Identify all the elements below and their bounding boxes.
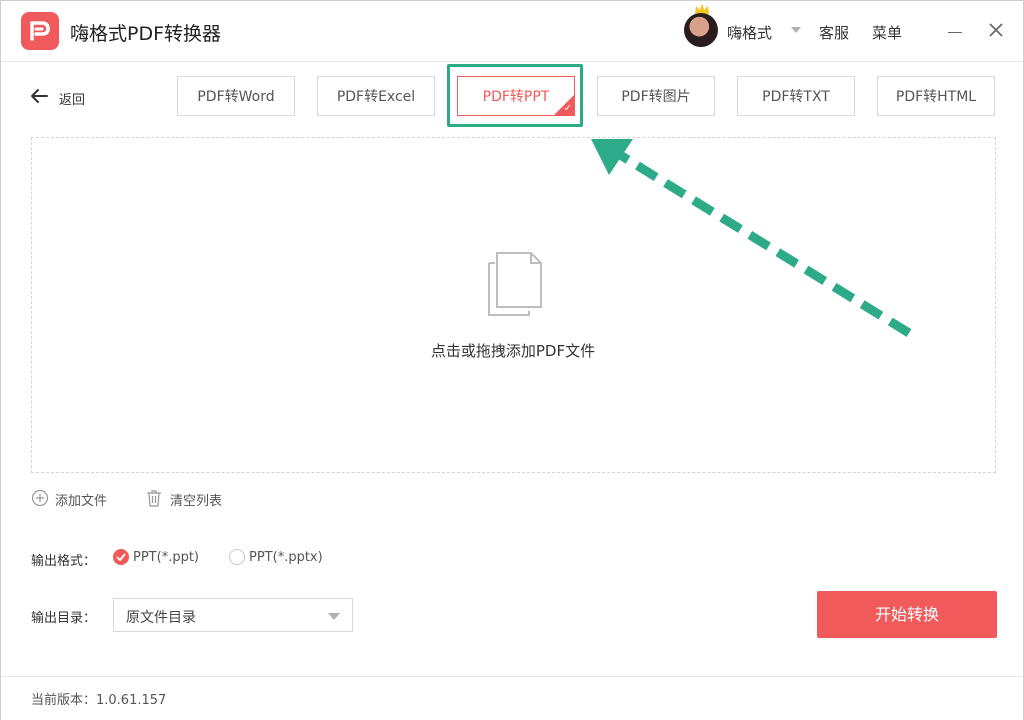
- clear-list-label: 清空列表: [170, 494, 223, 509]
- user-name[interactable]: 嗨格式: [727, 22, 772, 43]
- menu-link[interactable]: 菜单: [872, 22, 902, 43]
- minimize-icon[interactable]: [948, 32, 962, 33]
- app-title: 嗨格式PDF转换器: [70, 23, 222, 45]
- arrow-annotation: [591, 139, 912, 337]
- radio-ppt[interactable]: [113, 549, 129, 565]
- output-format-label: 输出格式：: [31, 554, 97, 569]
- tab-pdf-to-image[interactable]: PDF转图片: [597, 76, 715, 116]
- add-circle-icon: [31, 489, 49, 507]
- close-icon[interactable]: [987, 21, 1005, 39]
- back-arrow-icon: [31, 89, 48, 103]
- radio-pptx[interactable]: [229, 549, 245, 565]
- trash-icon: [147, 490, 161, 507]
- app-window: 嗨格式PDF转换器 嗨格式 客服 菜单 返回 PDF转Word PDF转Exce…: [0, 0, 1024, 720]
- app-logo-icon: [21, 12, 59, 50]
- chevron-down-icon: [328, 613, 340, 620]
- radio-pptx-label[interactable]: PPT(*.pptx): [249, 550, 323, 565]
- highlight-annotation: [447, 64, 583, 127]
- output-dir-select[interactable]: 原文件目录: [113, 598, 353, 632]
- customer-service-link[interactable]: 客服: [819, 22, 849, 43]
- tab-pdf-to-txt[interactable]: PDF转TXT: [737, 76, 855, 116]
- output-dir-label: 输出目录：: [31, 611, 97, 626]
- tab-pdf-to-html[interactable]: PDF转HTML: [877, 76, 995, 116]
- back-label: 返回: [59, 93, 86, 108]
- check-icon: [116, 553, 126, 562]
- avatar[interactable]: [684, 13, 718, 47]
- output-dir-value: 原文件目录: [126, 610, 196, 626]
- footer: 当前版本：1.0.61.157: [1, 676, 1023, 720]
- tab-pdf-to-excel[interactable]: PDF转Excel: [317, 76, 435, 116]
- document-icon: [488, 252, 542, 316]
- tab-pdf-to-word[interactable]: PDF转Word: [177, 76, 295, 116]
- title-bar: 嗨格式PDF转换器 嗨格式 客服 菜单: [1, 1, 1023, 62]
- version-text: 当前版本：1.0.61.157: [31, 693, 167, 708]
- start-convert-button[interactable]: 开始转换: [817, 591, 997, 638]
- chevron-down-icon[interactable]: [791, 27, 801, 33]
- radio-ppt-label[interactable]: PPT(*.ppt): [133, 550, 199, 565]
- add-file-label: 添加文件: [55, 494, 108, 509]
